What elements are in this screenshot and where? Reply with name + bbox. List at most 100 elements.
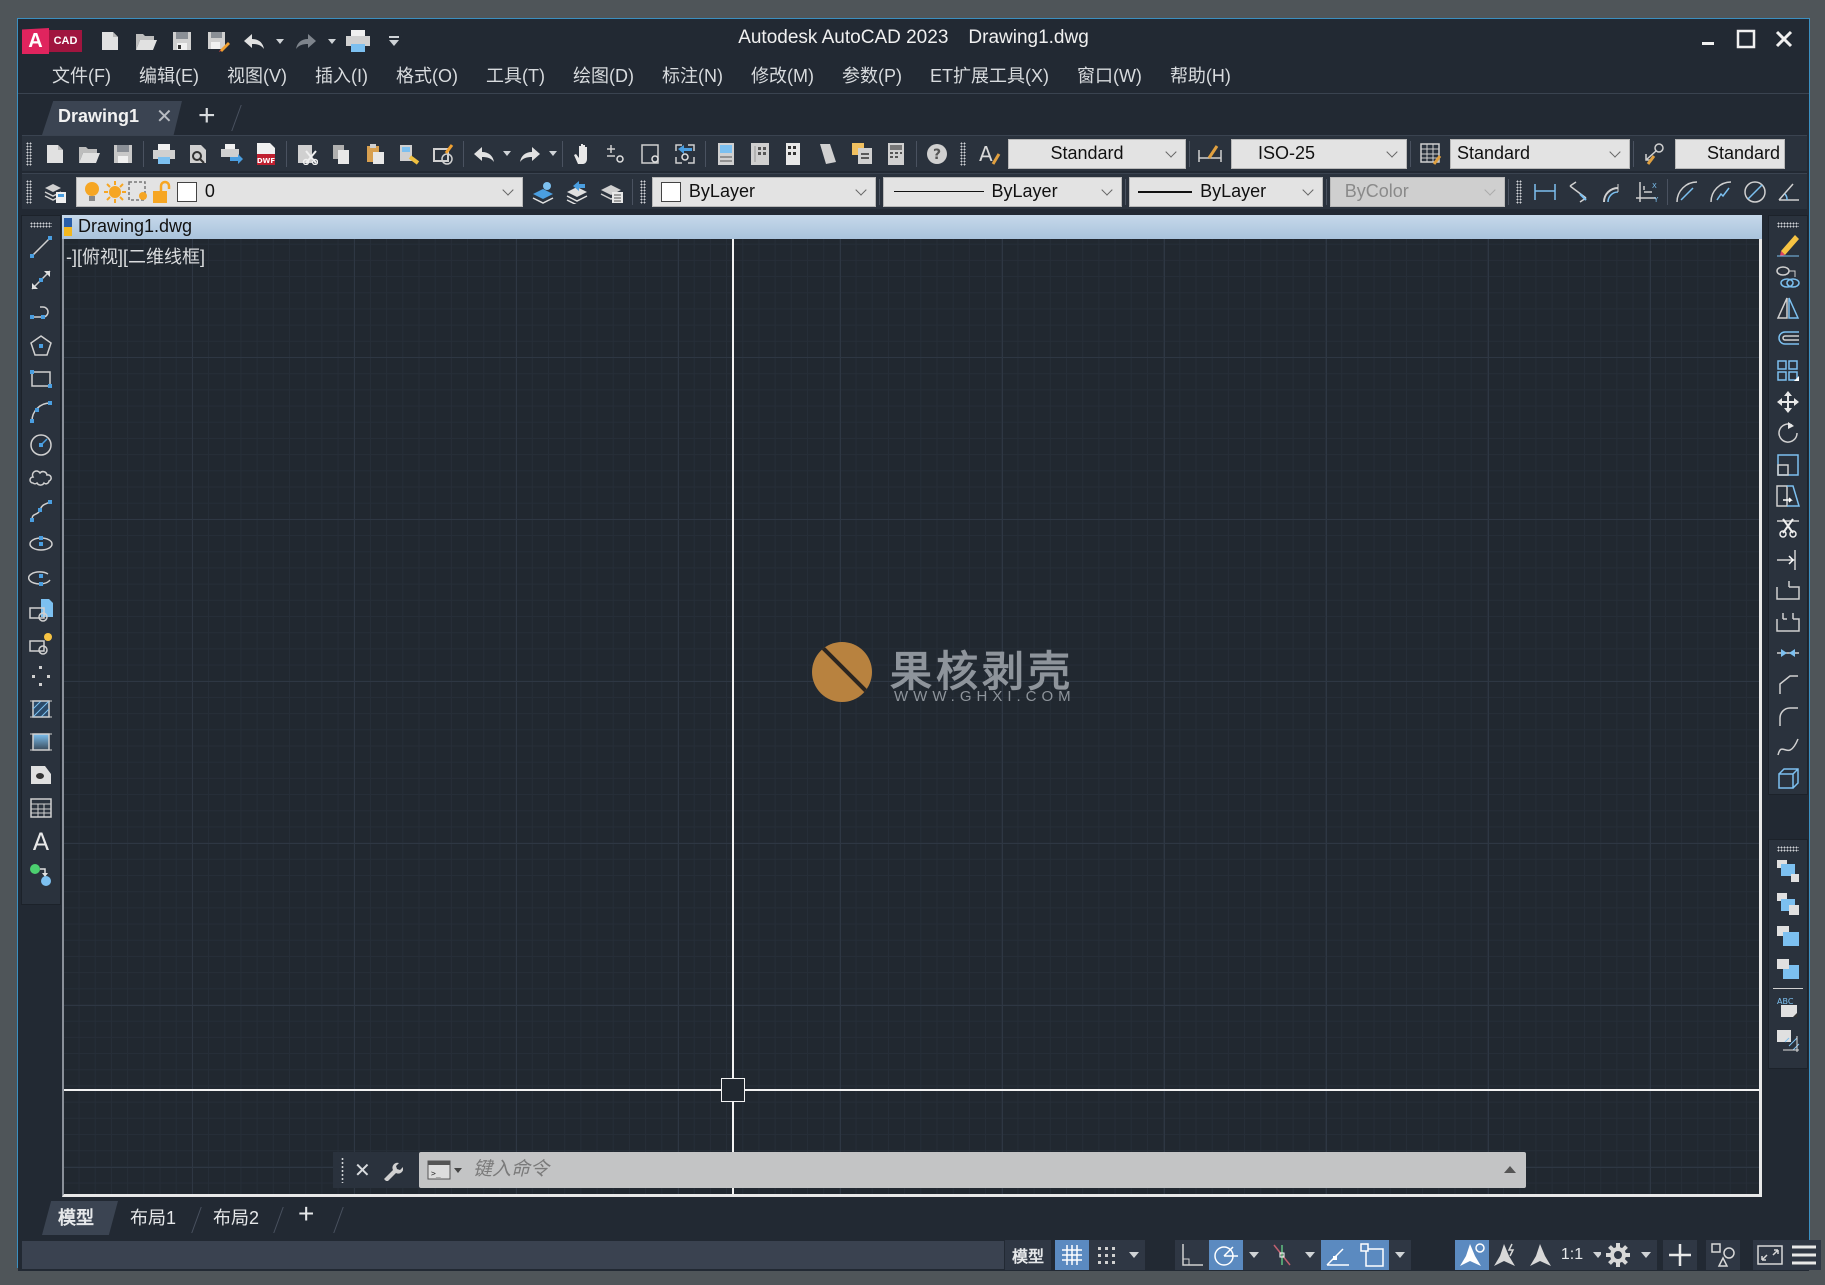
dim-linear-button[interactable] — [1528, 176, 1562, 208]
offset-button[interactable] — [1770, 324, 1806, 355]
isolate-objects-button[interactable] — [1706, 1240, 1740, 1270]
array-button[interactable] — [1770, 355, 1806, 386]
annotation-scale-button[interactable] — [1523, 1240, 1557, 1270]
sheet-set-button[interactable] — [811, 138, 845, 170]
mirror-button[interactable] — [1770, 292, 1806, 323]
lineweight-select[interactable]: ByLayer — [1129, 176, 1323, 207]
dim-style-select[interactable]: ISO-25 — [1231, 138, 1407, 169]
command-input[interactable] — [473, 1152, 1373, 1188]
snap-toggle[interactable] — [1089, 1240, 1123, 1270]
annotation-monitor-button[interactable] — [1663, 1240, 1697, 1270]
command-line-close-button[interactable]: ✕ — [354, 1158, 371, 1183]
undo-dropdown[interactable] — [501, 140, 513, 168]
scale-button[interactable] — [1770, 449, 1806, 480]
table-style-button[interactable] — [1414, 138, 1448, 170]
hatch-button[interactable] — [23, 692, 59, 725]
menu-window[interactable]: 窗口(W) — [1063, 59, 1156, 93]
annotation-scale-value[interactable]: 1:1 — [1557, 1240, 1587, 1270]
add-layout-button[interactable]: + — [298, 1198, 314, 1230]
markup-button[interactable] — [845, 138, 879, 170]
text-to-front-button[interactable]: ABC — [1770, 991, 1806, 1024]
linetype-select[interactable]: ByLayer — [882, 176, 1123, 207]
menu-edit[interactable]: 编辑(E) — [125, 59, 213, 93]
object-snap-toggle[interactable] — [1355, 1240, 1389, 1270]
drawing-window-titlebar[interactable]: Drawing1.dwg — [62, 215, 1762, 239]
arc-button[interactable] — [23, 395, 59, 428]
workspace-switching-button[interactable] — [1601, 1240, 1635, 1270]
menu-express-tools[interactable]: ET扩展工具(X) — [916, 59, 1063, 93]
wrench-icon[interactable] — [381, 1159, 403, 1181]
dim-diameter-button[interactable] — [1739, 176, 1773, 208]
zoom-previous-button[interactable] — [668, 138, 702, 170]
new-tab-button[interactable]: + — [198, 99, 216, 133]
polar-dropdown[interactable] — [1243, 1240, 1265, 1270]
model-space-button[interactable]: 模型 — [1005, 1240, 1051, 1270]
tool-palettes-button[interactable] — [777, 138, 811, 170]
fillet-button[interactable] — [1770, 700, 1806, 731]
annotation-visibility-toggle[interactable] — [1455, 1240, 1489, 1270]
menu-insert[interactable]: 插入(I) — [301, 59, 382, 93]
toolbar-grip[interactable] — [960, 141, 966, 166]
model-space-viewport[interactable]: -][俯视][二维线框] 果核剥壳 WWW.GHXI.COM — [62, 239, 1762, 1197]
isodraft-toggle[interactable] — [1265, 1240, 1299, 1270]
copy-object-button[interactable] — [1770, 261, 1806, 292]
layer-states-button[interactable] — [595, 176, 629, 208]
maximize-button[interactable] — [1729, 23, 1763, 55]
menu-draw[interactable]: 绘图(D) — [559, 59, 648, 93]
menu-format[interactable]: 格式(O) — [382, 59, 472, 93]
break-button[interactable] — [1770, 606, 1806, 637]
ellipse-arc-button[interactable] — [23, 560, 59, 593]
customization-menu-button[interactable] — [1787, 1240, 1821, 1270]
point-button[interactable] — [23, 659, 59, 692]
dynamic-input-toggle[interactable] — [1321, 1240, 1355, 1270]
zoom-realtime-button[interactable] — [600, 138, 634, 170]
publish-button[interactable] — [215, 138, 249, 170]
close-button[interactable] — [1767, 23, 1801, 55]
redo-dropdown[interactable] — [547, 140, 559, 168]
toolbar-grip[interactable] — [1516, 179, 1523, 204]
clean-screen-button[interactable] — [1753, 1240, 1787, 1270]
polygon-button[interactable] — [23, 329, 59, 362]
ortho-toggle[interactable] — [1175, 1240, 1209, 1270]
dim-jogged-button[interactable] — [1705, 176, 1739, 208]
polyline-button[interactable] — [23, 296, 59, 329]
toolbar-grip[interactable] — [639, 179, 646, 204]
menu-help[interactable]: 帮助(H) — [1156, 59, 1245, 93]
table-style-select[interactable]: Standard — [1450, 138, 1630, 169]
make-block-button[interactable] — [23, 626, 59, 659]
blend-curves-button[interactable] — [1770, 731, 1806, 762]
redo-button[interactable] — [513, 138, 547, 170]
dim-arc-button[interactable] — [1596, 176, 1630, 208]
bring-above-button[interactable] — [1770, 920, 1806, 953]
zoom-window-button[interactable] — [634, 138, 668, 170]
erase-button[interactable] — [1770, 230, 1806, 261]
spline-button[interactable] — [23, 494, 59, 527]
menu-view[interactable]: 视图(V) — [213, 59, 301, 93]
plot-preview-button[interactable] — [181, 138, 215, 170]
grid-toggle[interactable] — [1055, 1240, 1089, 1270]
ellipse-button[interactable] — [23, 527, 59, 560]
cut-button[interactable] — [290, 138, 324, 170]
rotate-button[interactable] — [1770, 418, 1806, 449]
pan-button[interactable] — [566, 138, 600, 170]
dim-style-button[interactable] — [1193, 138, 1227, 170]
menu-dimension[interactable]: 标注(N) — [648, 59, 737, 93]
toolbar-grip[interactable] — [30, 222, 52, 228]
send-to-back-button[interactable] — [1770, 887, 1806, 920]
toolbar-grip[interactable] — [26, 179, 32, 204]
stretch-button[interactable] — [1770, 480, 1806, 511]
mtext-button[interactable]: A — [23, 824, 59, 857]
help-button[interactable]: ? — [920, 138, 954, 170]
multileader-style-select[interactable]: Standard — [1675, 138, 1785, 169]
color-select[interactable]: ByLayer — [651, 176, 876, 207]
send-under-button[interactable] — [1770, 953, 1806, 986]
menu-file[interactable]: 文件(F) — [38, 59, 125, 93]
join-button[interactable] — [1770, 637, 1806, 668]
revision-cloud-button[interactable] — [23, 461, 59, 494]
toolbar-grip[interactable] — [1777, 846, 1799, 852]
circle-button[interactable] — [23, 428, 59, 461]
new-button[interactable] — [38, 138, 72, 170]
undo-button[interactable] — [467, 138, 501, 170]
command-history-icon[interactable]: >_ — [427, 1160, 463, 1180]
snap-dropdown[interactable] — [1123, 1240, 1145, 1270]
